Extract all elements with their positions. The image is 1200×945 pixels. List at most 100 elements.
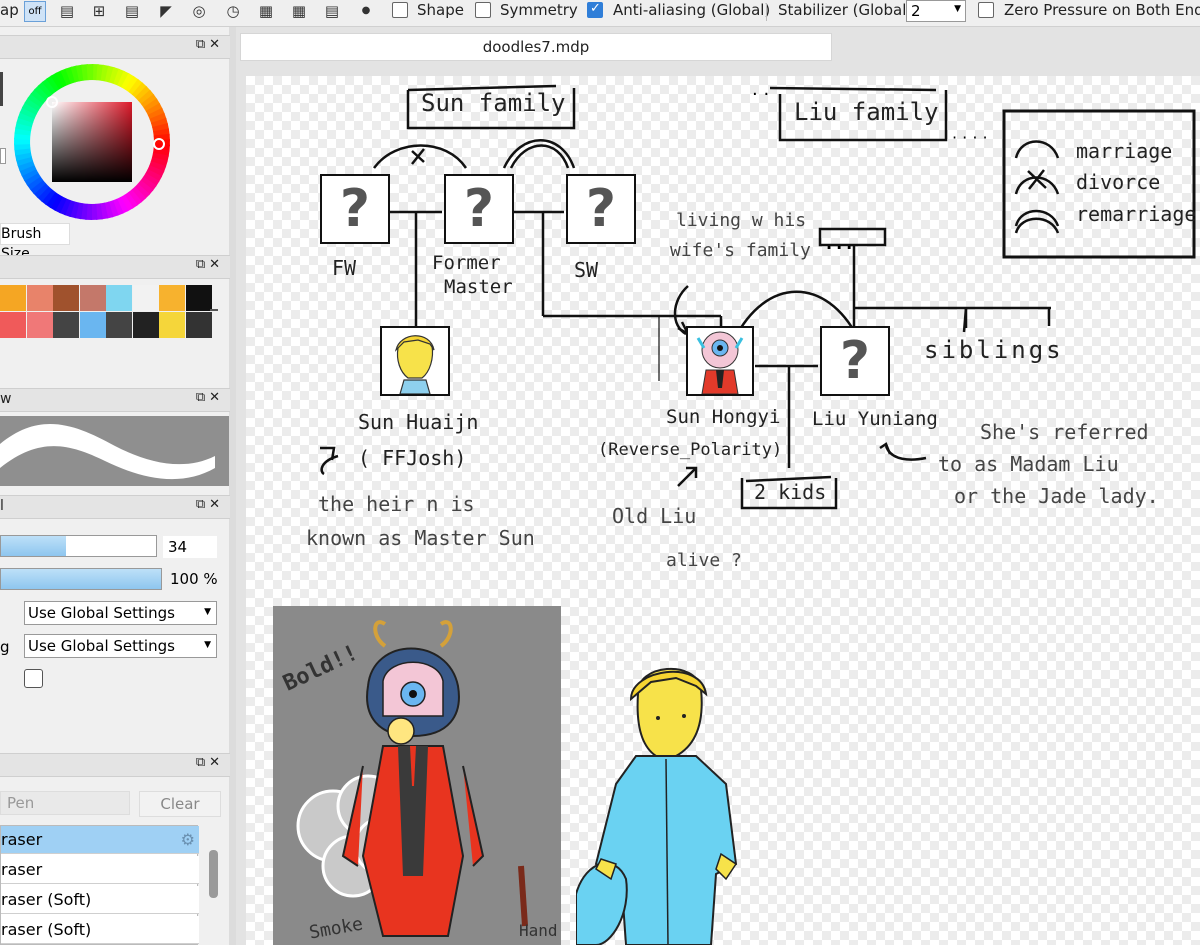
snap-parallel-icon[interactable]: ▤ — [58, 2, 76, 20]
snap-dot-icon[interactable]: ● — [357, 2, 375, 20]
stabilizer-label: Stabilizer (Global) — [778, 1, 913, 19]
palette-swatch[interactable] — [26, 312, 53, 338]
brush-item-label: raser (Soft) — [1, 890, 92, 909]
opacity-slider-fill — [1, 569, 161, 589]
setting1-select[interactable]: Use Global Settings ▼ — [24, 601, 217, 625]
snap-curve-icon[interactable]: ◷ — [224, 2, 242, 20]
brush-size-label[interactable]: Brush Size — [0, 223, 70, 262]
palette-swatch[interactable] — [53, 285, 79, 311]
stabilizer-value: 2 — [911, 2, 921, 20]
panel-float-close-icon[interactable]: ⧉✕ — [196, 390, 224, 405]
gear-icon[interactable]: ⚙ — [181, 826, 195, 854]
sun-hongyi-label: Sun Hongyi — [666, 406, 781, 428]
unknown-parent-dots: ... — [826, 234, 857, 253]
palette-swatch[interactable] — [0, 312, 26, 338]
living-note-2: wife's family — [670, 240, 811, 261]
snap-grid-icon[interactable]: ⊞ — [90, 2, 108, 20]
brush-size-value[interactable]: 34 — [163, 536, 217, 558]
brush-settings-header: l ⧉✕ — [0, 495, 230, 519]
shape-checkbox[interactable] — [392, 2, 408, 18]
palette-swatch[interactable] — [106, 285, 132, 311]
clear-button[interactable]: Clear — [139, 791, 221, 817]
palette-swatch[interactable] — [159, 285, 185, 311]
palette-swatch[interactable] — [106, 312, 132, 338]
palette-swatch[interactable] — [159, 312, 185, 338]
brush-item-label: raser — [1, 830, 43, 849]
stabilizer-select[interactable]: 2 ▼ — [906, 0, 966, 22]
palette-swatch[interactable] — [53, 312, 79, 338]
brush-settings-title: l — [0, 498, 4, 514]
chevron-down-icon: ▼ — [204, 640, 211, 650]
color-slider-handle[interactable] — [0, 148, 6, 164]
ellipsis: · · · · — [952, 128, 988, 147]
madam-note-3: or the Jade lady. — [954, 484, 1159, 508]
alive-label: alive ? — [666, 550, 742, 571]
preview-panel-title: w — [0, 391, 12, 407]
document-tab[interactable]: doodles7.mdp — [240, 33, 832, 61]
drawing-canvas[interactable]: Sun family · · Liu family · · · · marria… — [246, 76, 1200, 945]
setting2-select[interactable]: Use Global Settings ▼ — [24, 634, 217, 658]
zero-pressure-checkbox[interactable] — [978, 2, 994, 18]
old-liu-label: Old Liu — [612, 504, 697, 528]
fw-label: FW — [332, 256, 357, 280]
brush-list-item[interactable]: raser (Soft) — [1, 886, 199, 914]
panel-float-close-icon[interactable]: ⧉✕ — [196, 497, 224, 512]
palette-swatch[interactable] — [132, 312, 159, 338]
color-wheel[interactable] — [14, 64, 170, 220]
brush-search-input[interactable]: Pen — [0, 791, 130, 815]
palette-swatch[interactable] — [185, 312, 212, 338]
brush-stroke-preview — [0, 416, 229, 486]
panel-float-close-icon[interactable]: ⧉✕ — [196, 37, 224, 52]
symmetry-label: Symmetry — [500, 1, 578, 19]
legend-remarriage: remarriage — [1076, 202, 1197, 226]
snap-radial-icon[interactable]: ▤ — [323, 2, 341, 20]
setting1-value: Use Global Settings — [28, 604, 175, 622]
brush-list: raser ⚙ raser raser (Soft) raser (Soft) — [0, 825, 199, 945]
palette-swatch[interactable] — [26, 285, 53, 311]
snap-3d-grid-icon[interactable]: ▦ — [257, 2, 275, 20]
former-master-label-2: Master — [444, 276, 513, 298]
palette-swatch[interactable] — [79, 312, 106, 338]
sun-huaijn-label: Sun Huaijn — [358, 410, 479, 434]
opacity-value: 100 % — [170, 570, 218, 588]
snap-concentric-icon[interactable]: ◎ — [190, 2, 208, 20]
snap-cross-grid-icon[interactable]: ▦ — [290, 2, 308, 20]
brush-list-item[interactable]: raser (Soft) — [1, 916, 199, 944]
brush-item-label: raser (Soft) — [1, 920, 92, 939]
hand-note: Hand — [519, 921, 558, 940]
brush-size-slider[interactable] — [0, 535, 157, 557]
antialias-label: Anti-aliasing (Global) — [613, 1, 771, 19]
panel-float-close-icon[interactable]: ⧉✕ — [196, 257, 224, 272]
color-indicator — [0, 72, 3, 106]
brush-size-slider-fill — [1, 536, 67, 556]
snap-lines-icon[interactable]: ▤ — [123, 2, 141, 20]
brush-list-item-selected[interactable]: raser ⚙ — [1, 826, 199, 854]
shape-label: Shape — [417, 1, 464, 19]
palette-swatch[interactable] — [185, 285, 212, 311]
brush-list-header: ⧉✕ — [0, 753, 230, 777]
brush-list-scrollbar[interactable] — [209, 850, 218, 898]
panel-float-close-icon[interactable]: ⧉✕ — [196, 755, 224, 770]
palette-swatch[interactable] — [132, 285, 159, 311]
palette-menu-icon[interactable] — [210, 309, 218, 311]
antialias-checkbox[interactable] — [587, 1, 603, 18]
chevron-down-icon: ▼ — [204, 607, 211, 617]
two-kids-label: 2 kids — [754, 480, 827, 504]
panel-splitter[interactable] — [229, 27, 236, 945]
opacity-slider[interactable] — [0, 568, 162, 590]
reverse-polarity-illustration: Bold!! Smoke Hand — [273, 606, 561, 945]
brush-item-label: raser — [1, 860, 43, 879]
legend-marriage: marriage — [1076, 139, 1173, 163]
former-master-label-1: Former — [432, 252, 501, 274]
snap-off-button[interactable]: off — [24, 1, 46, 22]
brush-option-checkbox[interactable] — [24, 669, 43, 688]
symmetry-checkbox[interactable] — [475, 2, 491, 18]
sun-huaijn-portrait — [380, 326, 450, 396]
legend-divorce: divorce — [1076, 170, 1161, 194]
zero-pressure-label: Zero Pressure on Both Ends — [1004, 1, 1200, 19]
palette-swatch[interactable] — [79, 285, 106, 311]
snap-perspective-icon[interactable]: ◤ — [157, 2, 175, 20]
brush-list-item[interactable]: raser — [1, 856, 199, 884]
palette-swatch[interactable] — [0, 285, 26, 311]
siblings-label: siblings — [924, 336, 1064, 364]
